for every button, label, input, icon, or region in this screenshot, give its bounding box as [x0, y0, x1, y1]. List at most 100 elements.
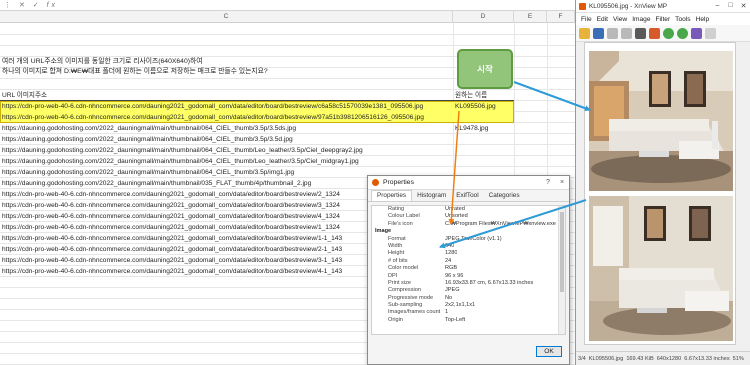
- column-header-d[interactable]: D: [453, 11, 514, 23]
- help-icon[interactable]: ?: [541, 179, 555, 186]
- url-cell[interactable]: https://dauning.godohosting.com/2022_dau…: [0, 145, 453, 156]
- property-row[interactable]: # of bits 24: [372, 258, 565, 265]
- url-cell[interactable]: https://cdn-pro-web-40-6.cdn-nhncommerce…: [0, 112, 453, 123]
- menu-edit[interactable]: Edit: [597, 16, 608, 23]
- tab-histogram[interactable]: Histogram: [412, 191, 451, 201]
- property-key: Height: [388, 250, 405, 257]
- column-header-e[interactable]: E: [514, 11, 547, 23]
- property-key: Sub-sampling: [388, 302, 423, 309]
- image-viewer[interactable]: [584, 42, 736, 345]
- property-row[interactable]: Origin Top-Left: [372, 317, 565, 324]
- status-dimensions: 640x1280: [656, 355, 682, 362]
- properties-dialog: Properties ? × Properties Histogram Exif…: [367, 175, 570, 365]
- adjust-icon[interactable]: [705, 27, 716, 39]
- property-row[interactable]: Sub-sampling 2x2,1x1,1x1: [372, 302, 565, 309]
- property-value: 2x2,1x1,1x1: [445, 302, 476, 309]
- xnview-app-icon: [579, 2, 586, 10]
- slideshow-icon[interactable]: [649, 27, 660, 39]
- name-cell[interactable]: KL9478.jpg: [453, 123, 514, 134]
- property-row[interactable]: Format JPEG TrueColor (v1.1): [372, 236, 565, 243]
- property-key: DPI: [388, 272, 398, 279]
- property-row[interactable]: Print size 16.93x33.87 cm, 6.67x13.33 inc…: [372, 280, 565, 287]
- status-filename: KL095506.jpg: [588, 355, 624, 362]
- rotate-right-icon[interactable]: [621, 27, 632, 39]
- property-value: 96 x 96: [445, 272, 464, 279]
- xnview-toolbar: [576, 25, 750, 42]
- property-row[interactable]: Color model RGB: [372, 265, 565, 272]
- status-zoom[interactable]: 51%: [733, 356, 744, 362]
- fullscreen-icon[interactable]: [635, 27, 646, 39]
- property-row[interactable]: Progressive mode No: [372, 295, 565, 302]
- rotate-left-icon[interactable]: [607, 27, 618, 39]
- ok-button[interactable]: OK: [536, 346, 562, 357]
- room-photo-bottom-svg: [589, 196, 733, 341]
- save-icon[interactable]: [593, 27, 604, 39]
- property-row[interactable]: Images/frames count 1: [372, 309, 565, 316]
- property-value: JPEG: [445, 287, 460, 294]
- property-row[interactable]: Colour Label Unsorted: [372, 213, 565, 220]
- url-cell[interactable]: https://dauning.godohosting.com/2022_dau…: [0, 134, 453, 145]
- properties-scrollbar[interactable]: [558, 206, 565, 334]
- properties-list[interactable]: Rating Unrated Colour Label Unsorted File's …: [371, 205, 566, 335]
- property-value: Top-Left: [445, 316, 466, 323]
- prev-icon[interactable]: [663, 27, 674, 39]
- browse-icon[interactable]: [579, 27, 590, 39]
- tab-categories[interactable]: Categories: [484, 191, 525, 201]
- formula-bar-buttons[interactable]: ⋮ ✕ ✓ fx: [4, 1, 58, 9]
- property-group[interactable]: Image: [372, 228, 565, 235]
- menu-image[interactable]: Image: [632, 16, 650, 23]
- url-cell[interactable]: https://dauning.godohosting.com/2022_dau…: [0, 156, 453, 167]
- property-value: Unrated: [445, 206, 465, 212]
- menu-view[interactable]: View: [613, 16, 627, 23]
- property-value: Unsorted: [445, 213, 468, 220]
- property-value: JPEG TrueColor (v1.1): [445, 235, 502, 242]
- tab-properties[interactable]: Properties: [371, 190, 413, 201]
- settings-icon[interactable]: [691, 27, 702, 39]
- tab-exiftool[interactable]: ExifTool: [451, 191, 483, 201]
- name-cell[interactable]: [453, 156, 514, 167]
- menu-filter[interactable]: Filter: [656, 16, 671, 23]
- property-row[interactable]: Rating Unrated: [372, 206, 565, 213]
- close-icon[interactable]: ✕: [737, 2, 750, 10]
- name-cell[interactable]: [453, 145, 514, 156]
- property-row[interactable]: Compression JPEG: [372, 287, 565, 294]
- next-icon[interactable]: [677, 27, 688, 39]
- close-icon[interactable]: ×: [555, 179, 569, 186]
- property-row[interactable]: Height 1280: [372, 250, 565, 257]
- xnview-titlebar[interactable]: KL095506.jpg - XnView MP – □ ✕: [576, 0, 750, 13]
- url-cell[interactable]: https://dauning.godohosting.com/2022_dau…: [0, 123, 453, 134]
- name-cell[interactable]: [453, 112, 514, 123]
- url-cell[interactable]: https://cdn-pro-web-40-6.cdn-nhncommerce…: [0, 101, 453, 112]
- xnview-title: KL095506.jpg - XnView MP: [589, 2, 668, 10]
- property-row[interactable]: File's icon C:₩Program Files₩XnViewMP₩xnv…: [372, 221, 565, 228]
- name-cell[interactable]: KL095506.jpg: [453, 101, 514, 112]
- start-button[interactable]: 시작: [457, 49, 513, 89]
- minimize-icon[interactable]: –: [711, 2, 724, 10]
- status-index: 3/4: [578, 355, 586, 362]
- property-key: Color model: [388, 265, 419, 272]
- window-controls: – □ ✕: [711, 2, 750, 10]
- column-header-c[interactable]: C: [0, 11, 453, 23]
- property-key: Format: [388, 235, 406, 242]
- property-key: File's icon: [388, 220, 413, 227]
- property-row[interactable]: DPI 96 x 96: [372, 273, 565, 280]
- property-key: Rating: [388, 206, 405, 212]
- menu-tools[interactable]: Tools: [675, 16, 690, 23]
- scrollbar-thumb[interactable]: [560, 212, 564, 292]
- property-row[interactable]: Width 640: [372, 243, 565, 250]
- menu-help[interactable]: Help: [696, 16, 710, 23]
- room-photo-bottom: [589, 196, 733, 341]
- property-key: Progressive mode: [388, 294, 434, 301]
- property-value: 640: [445, 242, 455, 249]
- property-value: 24: [445, 257, 452, 264]
- properties-title: Properties: [383, 179, 414, 186]
- xnview-statusbar: 3/4 KL095506.jpg 169.43 KiB 640x1280 6.6…: [576, 351, 750, 365]
- status-print-size: 6.67x13.33 inches: [684, 355, 730, 362]
- maximize-icon[interactable]: □: [724, 2, 737, 10]
- properties-titlebar[interactable]: Properties ? ×: [368, 176, 569, 190]
- name-cell[interactable]: [453, 134, 514, 145]
- property-key: Colour Label: [388, 213, 420, 220]
- menu-file[interactable]: File: [581, 16, 592, 23]
- column-header-f[interactable]: F: [547, 11, 575, 23]
- property-key: Image: [375, 228, 392, 235]
